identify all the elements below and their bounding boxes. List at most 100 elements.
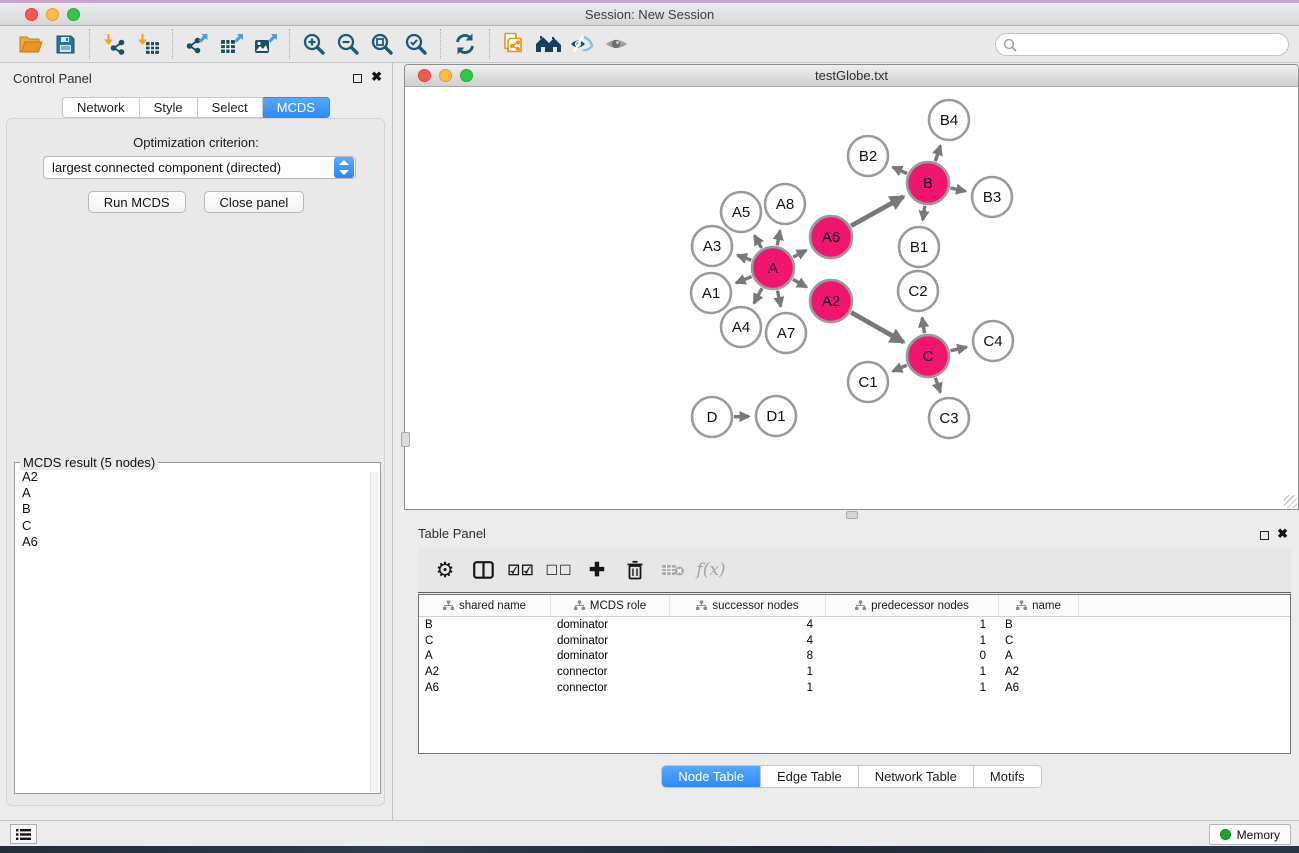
export-image-icon[interactable]: [248, 29, 282, 59]
graph-node-A1[interactable]: A1: [691, 273, 731, 313]
table-cell[interactable]: 1: [826, 666, 999, 678]
table-cell[interactable]: 1: [670, 666, 826, 678]
graph-edge-A-A6[interactable]: [793, 250, 806, 257]
search-field[interactable]: [995, 33, 1289, 56]
table-cell[interactable]: 1: [826, 682, 999, 694]
result-item[interactable]: A6: [22, 534, 380, 550]
table-cell[interactable]: 1: [826, 635, 999, 647]
graph-node-B2[interactable]: B2: [848, 136, 888, 176]
table-cell[interactable]: A: [999, 650, 1079, 662]
graph-edge-C-C1[interactable]: [893, 365, 907, 371]
splitpane-handle[interactable]: [401, 432, 410, 447]
graph-node-D1[interactable]: D1: [756, 396, 796, 436]
tab-node-table[interactable]: Node Table: [662, 766, 760, 787]
graph-node-B3[interactable]: B3: [972, 177, 1012, 217]
graph-edge-A2-C[interactable]: [851, 312, 904, 342]
table-row[interactable]: A6connector11A6: [419, 680, 1290, 696]
table-cell[interactable]: 1: [670, 682, 826, 694]
table-cell[interactable]: connector: [551, 666, 670, 678]
home-view-icon[interactable]: [531, 29, 565, 59]
graph-node-A8[interactable]: A8: [765, 184, 805, 224]
run-mcds-button[interactable]: Run MCDS: [88, 191, 186, 213]
graph-node-C2[interactable]: C2: [898, 271, 938, 311]
network-window-titlebar[interactable]: testGlobe.txt: [405, 65, 1298, 87]
zoom-fit-icon[interactable]: [365, 29, 399, 59]
export-network-icon[interactable]: [180, 29, 214, 59]
table-cell[interactable]: dominator: [551, 650, 670, 662]
graph-edge-C-C3[interactable]: [935, 378, 940, 393]
copy-network-icon[interactable]: [497, 29, 531, 59]
column-header-predecessor-nodes[interactable]: predecessor nodes: [826, 595, 999, 616]
tab-network[interactable]: Network: [62, 97, 140, 118]
column-header-MCDS-role[interactable]: MCDS role: [551, 595, 670, 616]
graph-node-D[interactable]: D: [692, 397, 732, 437]
graph-edge-C-C4[interactable]: [950, 347, 966, 351]
table-cell[interactable]: A2: [419, 666, 551, 678]
table-row[interactable]: Cdominator41C: [419, 633, 1290, 649]
graph-edge-A-A5[interactable]: [754, 235, 761, 248]
table-cell[interactable]: 0: [826, 650, 999, 662]
column-header-successor-nodes[interactable]: successor nodes: [670, 595, 826, 616]
graph-node-B4[interactable]: B4: [929, 100, 969, 140]
panel-divider-handle[interactable]: [846, 511, 858, 519]
function-builder-icon[interactable]: f(x): [692, 560, 730, 580]
table-cell[interactable]: dominator: [551, 635, 670, 647]
graph-edge-A-A3[interactable]: [737, 255, 751, 260]
tab-select[interactable]: Select: [198, 97, 263, 118]
table-cell[interactable]: 4: [670, 635, 826, 647]
table-cell[interactable]: 1: [826, 619, 999, 631]
graph-node-A7[interactable]: A7: [766, 313, 806, 353]
table-row[interactable]: Bdominator41B: [419, 617, 1290, 633]
result-item[interactable]: B: [22, 501, 380, 517]
graph-edge-A6-B[interactable]: [851, 197, 903, 226]
memory-button[interactable]: Memory: [1209, 824, 1291, 845]
graph-edge-B-B4[interactable]: [935, 146, 940, 162]
column-header-name[interactable]: name: [999, 595, 1079, 616]
table-cell[interactable]: A6: [999, 682, 1079, 694]
graph-node-C3[interactable]: C3: [929, 398, 969, 438]
split-table-icon[interactable]: [464, 561, 502, 579]
window-resize-grip[interactable]: [1284, 495, 1297, 508]
optimization-criterion-select[interactable]: largest connected component (directed): [43, 156, 356, 179]
tab-edge-table[interactable]: Edge Table: [760, 766, 858, 787]
tab-style[interactable]: Style: [140, 97, 198, 118]
graph-edge-A-A4[interactable]: [754, 288, 762, 303]
column-header-shared-name[interactable]: shared name: [419, 595, 551, 616]
float-panel-icon[interactable]: [353, 74, 362, 83]
graph-node-A6[interactable]: A6: [810, 216, 852, 258]
tab-motifs[interactable]: Motifs: [973, 766, 1041, 787]
table-cell[interactable]: 4: [670, 619, 826, 631]
show-graphics-eye-icon[interactable]: [599, 29, 633, 59]
table-settings-gear-icon[interactable]: ⚙: [426, 560, 464, 581]
graph-node-B1[interactable]: B1: [899, 227, 939, 267]
import-table-icon[interactable]: [131, 29, 165, 59]
table-cell[interactable]: A: [419, 650, 551, 662]
table-row[interactable]: Adominator80A: [419, 648, 1290, 664]
tab-mcds[interactable]: MCDS: [263, 97, 330, 118]
table-cell[interactable]: C: [419, 635, 551, 647]
table-cell[interactable]: B: [419, 619, 551, 631]
graph-node-A4[interactable]: A4: [721, 307, 761, 347]
graph-edge-A-A7[interactable]: [778, 291, 781, 307]
table-cell[interactable]: connector: [551, 682, 670, 694]
graph-node-A5[interactable]: A5: [721, 192, 761, 232]
export-table-icon[interactable]: [214, 29, 248, 59]
graph-node-A2[interactable]: A2: [810, 280, 852, 322]
graph-node-A[interactable]: A: [752, 247, 794, 289]
result-item[interactable]: A: [22, 485, 380, 501]
deselect-all-icon[interactable]: ☐☐: [540, 562, 578, 579]
result-item[interactable]: A2: [22, 469, 380, 485]
close-panel-icon[interactable]: ✖: [371, 69, 382, 85]
table-row[interactable]: A2connector11A2: [419, 664, 1290, 680]
table-cell[interactable]: 8: [670, 650, 826, 662]
graph-edge-A-A1[interactable]: [736, 277, 752, 283]
graph-node-C4[interactable]: C4: [973, 321, 1013, 361]
table-cell[interactable]: C: [999, 635, 1079, 647]
close-panel-icon[interactable]: ✖: [1277, 526, 1288, 542]
graph-edge-B-B1[interactable]: [923, 206, 925, 220]
save-session-icon[interactable]: [48, 29, 82, 59]
task-history-button[interactable]: [10, 824, 37, 844]
delete-column-trash-icon[interactable]: [616, 560, 654, 580]
graph-edge-C-C2[interactable]: [922, 318, 924, 334]
network-canvas[interactable]: B4B2BB3A5A8A6B1A3AA1C2A2A4A7C4CC1C3DD1: [407, 88, 1296, 507]
